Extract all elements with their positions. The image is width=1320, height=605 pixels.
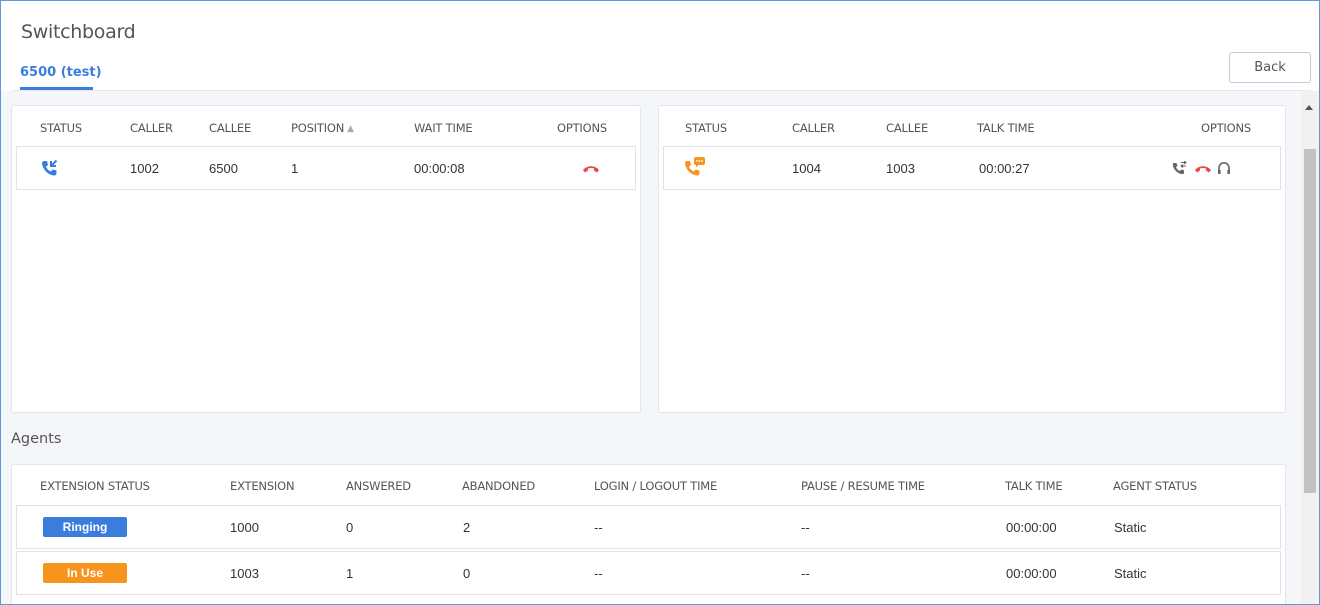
col-callee: CALLEE bbox=[886, 121, 929, 135]
col-callee: CALLEE bbox=[209, 121, 252, 135]
position-value: 1 bbox=[291, 161, 299, 176]
phone-talking-icon bbox=[685, 157, 705, 176]
abandoned-value: 0 bbox=[463, 566, 471, 581]
callee-value: 6500 bbox=[209, 161, 238, 176]
phone-incoming-icon bbox=[42, 159, 58, 176]
waiting-calls-panel: STATUS CALLER CALLEE POSITION ▲︎ WAIT TIM… bbox=[11, 105, 641, 413]
listen-headset-icon[interactable] bbox=[1217, 161, 1231, 175]
callee-value: 1003 bbox=[886, 161, 915, 176]
status-badge: In Use bbox=[43, 563, 127, 583]
caller-value: 1002 bbox=[130, 161, 159, 176]
back-button[interactable]: Back bbox=[1229, 52, 1311, 83]
caller-value: 1004 bbox=[792, 161, 821, 176]
hangup-icon[interactable] bbox=[582, 164, 600, 174]
col-agent-status: AGENT STATUS bbox=[1113, 479, 1197, 493]
scroll-thumb[interactable] bbox=[1304, 149, 1316, 493]
col-extension-status: EXTENSION STATUS bbox=[40, 479, 150, 493]
wait-time-value: 00:00:08 bbox=[414, 161, 465, 176]
col-options: OPTIONS bbox=[1201, 121, 1251, 135]
pause-resume-value: -- bbox=[801, 566, 810, 581]
hangup-icon[interactable] bbox=[1194, 164, 1212, 174]
talk-time-value: 00:00:27 bbox=[979, 161, 1030, 176]
extension-value: 1003 bbox=[230, 566, 259, 581]
col-position-label: POSITION bbox=[291, 121, 345, 135]
switchboard-window: Switchboard 6500 (test) Back STATUS CALL… bbox=[0, 0, 1320, 605]
agent-status-value: Static bbox=[1114, 520, 1147, 535]
col-status: STATUS bbox=[685, 121, 727, 135]
switchboard-content: STATUS CALLER CALLEE POSITION ▲︎ WAIT TIM… bbox=[1, 91, 1301, 604]
talk-time-value: 00:00:00 bbox=[1006, 566, 1057, 581]
col-options: OPTIONS bbox=[557, 121, 607, 135]
col-caller: CALLER bbox=[792, 121, 835, 135]
abandoned-value: 2 bbox=[463, 520, 471, 535]
col-answered: ANSWERED bbox=[346, 479, 411, 493]
col-talk-time: TALK TIME bbox=[977, 121, 1035, 135]
col-extension: EXTENSION bbox=[230, 479, 295, 493]
table-row: 1002 6500 1 00:00:08 bbox=[16, 146, 636, 190]
active-calls-panel: STATUS CALLER CALLEE TALK TIME OPTIONS 1… bbox=[658, 105, 1286, 413]
agent-status-value: Static bbox=[1114, 566, 1147, 581]
answered-value: 0 bbox=[346, 520, 354, 535]
answered-value: 1 bbox=[346, 566, 354, 581]
agents-panel: EXTENSION STATUS EXTENSION ANSWERED ABAN… bbox=[11, 464, 1286, 604]
login-logout-value: -- bbox=[594, 566, 603, 581]
agents-section-title: Agents bbox=[11, 431, 62, 447]
extension-value: 1000 bbox=[230, 520, 259, 535]
table-row: Ringing 1000 0 2 -- -- 00:00:00 Static bbox=[16, 505, 1281, 549]
col-caller: CALLER bbox=[130, 121, 173, 135]
col-pause-resume-time: PAUSE / RESUME TIME bbox=[801, 479, 925, 493]
pause-resume-value: -- bbox=[801, 520, 810, 535]
table-row: In Use 1003 1 0 -- -- 00:00:00 Static bbox=[16, 551, 1281, 595]
col-abandoned: ABANDONED bbox=[462, 479, 536, 493]
scroll-up-icon[interactable] bbox=[1305, 105, 1313, 110]
status-badge: Ringing bbox=[43, 517, 127, 537]
talk-time-value: 00:00:00 bbox=[1006, 520, 1057, 535]
col-status: STATUS bbox=[40, 121, 82, 135]
sort-icon[interactable]: ▲︎ bbox=[347, 124, 354, 134]
col-talk-time: TALK TIME bbox=[1005, 479, 1063, 493]
vertical-scrollbar[interactable] bbox=[1301, 91, 1319, 604]
col-position[interactable]: POSITION ▲︎ bbox=[291, 121, 354, 135]
col-login-logout-time: LOGIN / LOGOUT TIME bbox=[594, 479, 718, 493]
page-title: Switchboard bbox=[21, 21, 136, 43]
transfer-icon[interactable] bbox=[1172, 161, 1188, 175]
login-logout-value: -- bbox=[594, 520, 603, 535]
col-wait-time: WAIT TIME bbox=[414, 121, 473, 135]
tab-queue[interactable]: 6500 (test) bbox=[20, 65, 102, 80]
table-row: 1004 1003 00:00:27 bbox=[663, 146, 1281, 190]
